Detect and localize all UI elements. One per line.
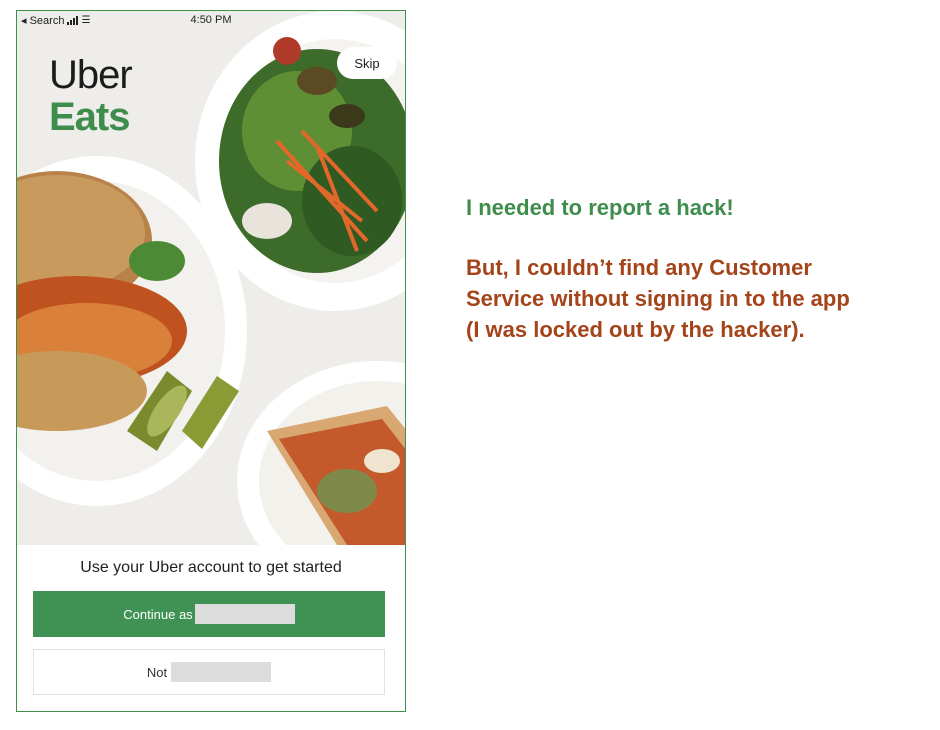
annotation-heading: I needed to report a hack! <box>466 195 734 220</box>
get-started-prompt: Use your Uber account to get started <box>80 559 342 576</box>
continue-as-button[interactable]: Continue as <box>33 591 385 637</box>
skip-button[interactable]: Skip <box>337 47 397 79</box>
logo-eats-text: Eats <box>49 95 130 139</box>
uber-eats-logo: Uber Eats <box>49 53 133 139</box>
continue-as-label: Continue as <box>123 606 193 622</box>
phone-screenshot: ◂ Search ☰ 4:50 PM Uber Eats Skip Use yo… <box>16 10 406 712</box>
annotation-body: But, I couldn’t find any Customer Servic… <box>466 252 936 345</box>
status-time: 4:50 PM <box>190 14 232 26</box>
not-user-button[interactable]: Not <box>33 649 385 695</box>
redacted-username <box>171 662 272 682</box>
annotation-line: (I was locked out by the hacker). <box>466 317 805 342</box>
not-user-label: Not <box>146 664 168 680</box>
logo-uber-text: Uber <box>49 53 133 97</box>
status-bar: ◂ Search ☰ 4:50 PM <box>17 11 405 31</box>
annotation-line: Service without signing in to the app <box>466 286 850 311</box>
annotation-line: But, I couldn’t find any Customer <box>466 255 812 280</box>
redacted-username <box>194 604 295 624</box>
